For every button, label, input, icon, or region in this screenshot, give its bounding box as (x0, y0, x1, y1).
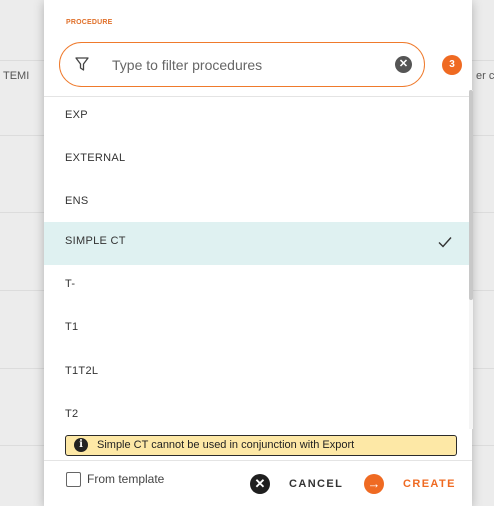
info-icon: i (74, 438, 88, 452)
clear-icon[interactable]: ✕ (395, 56, 412, 73)
warning-banner: i Simple CT cannot be used in conjunctio… (65, 435, 457, 456)
filter-icon (75, 57, 89, 71)
list-item[interactable]: EXP (44, 96, 472, 139)
procedure-field-label: PROCEDURE (66, 19, 113, 26)
list-item[interactable]: EXTERNAL (44, 139, 472, 182)
divider (44, 460, 472, 461)
arrow-right-icon: → (364, 474, 384, 494)
background-column-header: er c (476, 70, 494, 82)
create-label: CREATE (403, 478, 456, 490)
scrollbar-thumb[interactable] (469, 90, 473, 300)
list-item-label: T1 (65, 321, 79, 333)
list-item-label: EXTERNAL (65, 152, 126, 164)
from-template-label[interactable]: From template (87, 472, 164, 486)
list-item[interactable]: ENS (44, 182, 472, 225)
list-item[interactable]: T- (44, 265, 472, 308)
close-icon: ✕ (250, 474, 270, 494)
list-item-selected[interactable]: SIMPLE CT (44, 222, 472, 265)
list-item-label: T- (65, 278, 76, 290)
list-item-label: T2 (65, 408, 79, 420)
procedure-filter-input[interactable] (112, 54, 382, 76)
check-icon (438, 237, 452, 248)
count-badge: 3 (442, 55, 462, 75)
list-item[interactable]: T1 (44, 308, 472, 351)
procedure-filter-field[interactable]: ✕ (59, 42, 425, 87)
warning-text: Simple CT cannot be used in conjunction … (97, 439, 355, 451)
procedure-dialog: PROCEDURE ✕ 3 EXP EXTERNAL ENS SIMPLE CT… (44, 0, 473, 506)
list-item-label: T1T2L (65, 365, 99, 377)
list-item-label: EXP (65, 109, 88, 121)
from-template-checkbox[interactable] (66, 472, 81, 487)
list-item[interactable]: T1T2L (44, 352, 472, 395)
background-column-header: TEMI (3, 70, 30, 82)
cancel-label: CANCEL (289, 478, 344, 490)
list-item[interactable]: T2 (44, 395, 472, 429)
cancel-button[interactable]: ✕ CANCEL (250, 472, 350, 496)
create-button[interactable]: → CREATE (364, 472, 460, 496)
list-item-label: ENS (65, 195, 89, 207)
list-item-label: SIMPLE CT (65, 235, 126, 247)
procedure-list: EXP EXTERNAL ENS SIMPLE CT T- T1 T1T2L T… (44, 96, 472, 429)
